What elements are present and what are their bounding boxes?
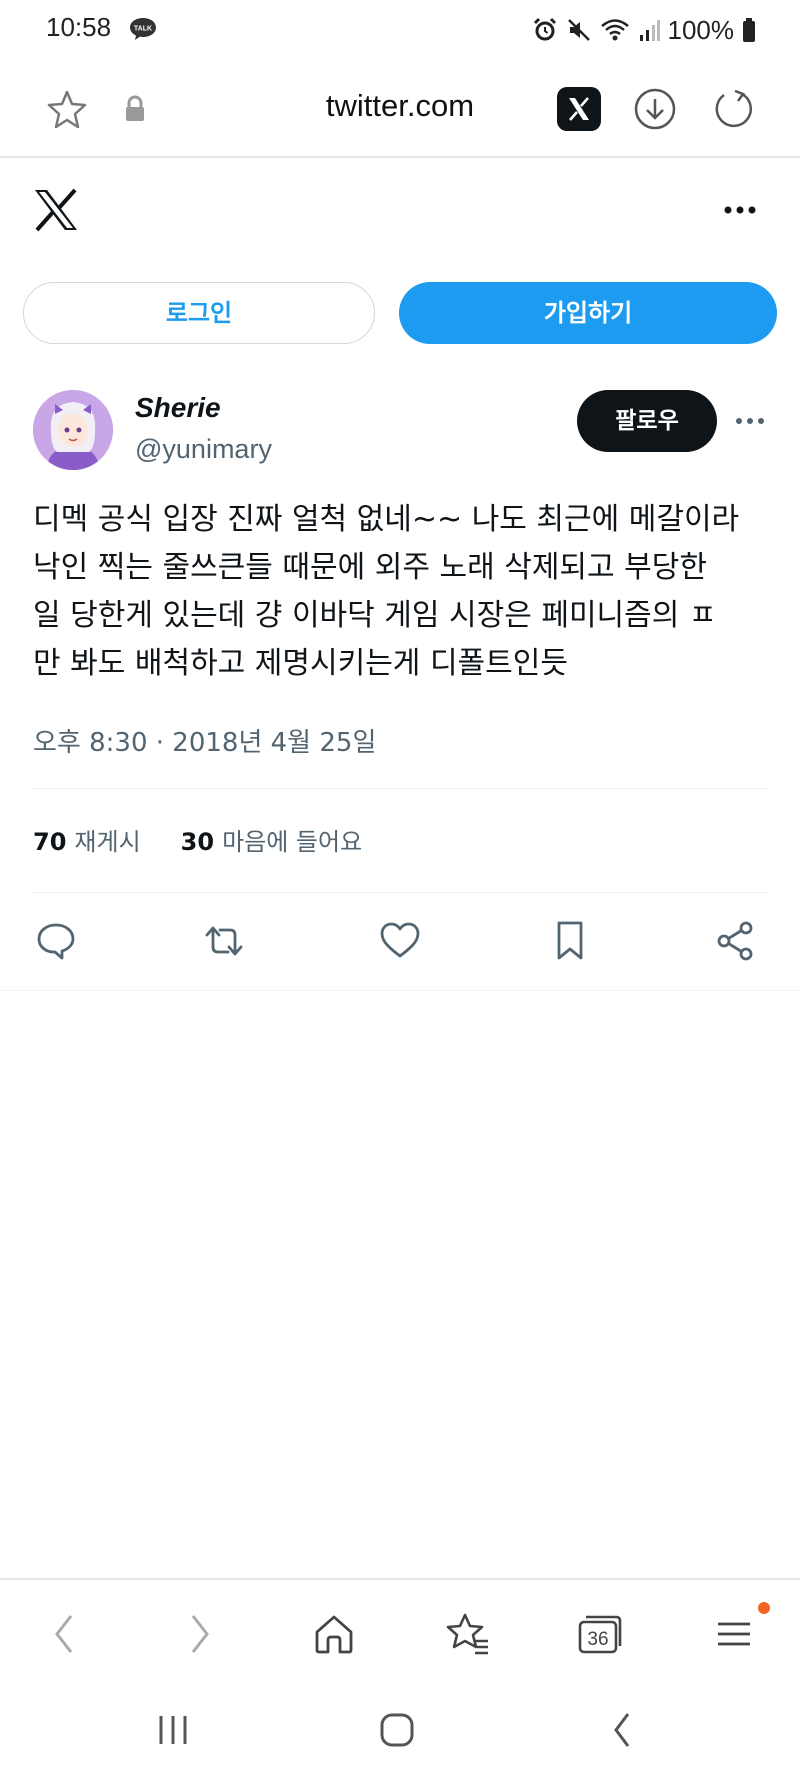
retweet-icon[interactable]: [201, 918, 247, 964]
avatar[interactable]: [33, 390, 113, 470]
display-name[interactable]: Sherie: [135, 392, 221, 424]
menu-icon[interactable]: [706, 1602, 770, 1662]
status-bar: 10:58 TALK 100%: [0, 0, 800, 60]
x-app-icon[interactable]: [556, 86, 602, 132]
retweets-label: 재게시: [74, 828, 141, 856]
bookmark-icon[interactable]: [547, 918, 593, 964]
tweet-stats: 70 재게시 30 마음에 들어요: [33, 822, 362, 857]
likes-stat[interactable]: 30 마음에 들어요: [181, 822, 363, 857]
system-back-icon[interactable]: [598, 1708, 648, 1752]
back-icon[interactable]: [36, 1606, 92, 1662]
section-divider: [0, 990, 800, 991]
status-time: 10:58: [46, 12, 112, 42]
login-button[interactable]: 로그인: [23, 282, 375, 344]
share-icon[interactable]: [713, 918, 759, 964]
user-handle[interactable]: @yunimary: [135, 434, 272, 465]
home-icon[interactable]: [306, 1606, 362, 1662]
retweets-stat[interactable]: 70 재게시: [33, 822, 141, 857]
forward-icon[interactable]: [172, 1606, 228, 1662]
tabs-count: 36: [587, 1629, 609, 1650]
url-text[interactable]: twitter.com: [0, 88, 800, 124]
talk-chat-icon: TALK: [128, 16, 158, 40]
tabs-icon[interactable]: 36: [572, 1606, 628, 1662]
home-button-icon[interactable]: [372, 1708, 422, 1752]
signup-button[interactable]: 가입하기: [399, 282, 777, 344]
tweet-text: 디멕 공식 입장 진짜 얼척 없네~~ 나도 최근에 메갈이라 낙인 찍는 줄쓰…: [33, 502, 740, 681]
alarm-icon: [532, 17, 558, 43]
battery-icon: [742, 17, 756, 43]
download-icon[interactable]: [632, 86, 678, 132]
retweets-count: 70: [33, 828, 67, 856]
svg-text:TALK: TALK: [134, 26, 152, 33]
divider: [33, 788, 767, 789]
follow-button[interactable]: 팔로우: [577, 390, 717, 452]
tweet-timestamp[interactable]: 오후 8:30 · 2018년 4월 25일: [33, 722, 376, 759]
auth-buttons: 로그인 가입하기: [23, 282, 777, 346]
browser-bottom-nav: 36: [0, 1578, 800, 1682]
recent-apps-icon[interactable]: [148, 1708, 198, 1752]
status-icons: 100%: [532, 12, 757, 48]
tweet-more-icon[interactable]: [733, 412, 767, 430]
reload-icon[interactable]: [710, 86, 756, 132]
like-icon[interactable]: [377, 918, 423, 964]
tweet-actions: [33, 918, 767, 968]
system-nav-bar: [0, 1682, 800, 1778]
bookmarks-star-icon[interactable]: [440, 1606, 496, 1662]
reply-icon[interactable]: [33, 918, 79, 964]
browser-address-bar: twitter.com: [0, 60, 800, 158]
signal-icon: [638, 17, 660, 43]
battery-percent: 100%: [667, 14, 735, 45]
x-header: [0, 160, 800, 260]
mute-icon: [566, 17, 592, 43]
likes-count: 30: [180, 828, 215, 856]
notification-dot: [758, 1602, 770, 1614]
more-options-icon[interactable]: [720, 200, 760, 220]
likes-label: 마음에 들어요: [222, 828, 363, 856]
x-logo-icon[interactable]: [33, 188, 79, 232]
wifi-icon: [600, 17, 630, 43]
divider: [33, 892, 767, 893]
